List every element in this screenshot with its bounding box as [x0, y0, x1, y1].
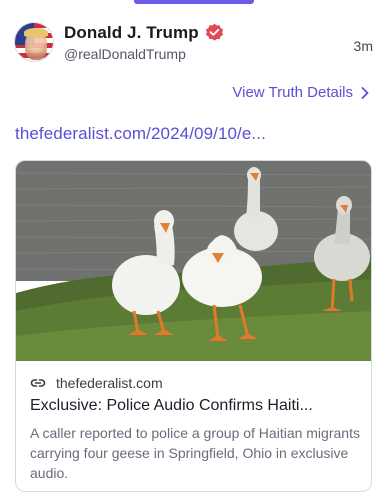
- preview-image[interactable]: [16, 161, 371, 361]
- link-preview-card[interactable]: thefederalist.com Exclusive: Police Audi…: [15, 160, 372, 492]
- active-tab-indicator: [134, 0, 254, 4]
- chevron-right-icon: [361, 86, 369, 99]
- card-body: thefederalist.com Exclusive: Police Audi…: [16, 361, 371, 491]
- card-title[interactable]: Exclusive: Police Audio Confirms Haiti..…: [30, 397, 359, 415]
- display-name[interactable]: Donald J. Trump: [64, 23, 199, 43]
- card-domain: thefederalist.com: [56, 375, 163, 391]
- link-icon: [30, 379, 46, 387]
- card-description: A caller reported to police a group of H…: [30, 425, 360, 481]
- view-truth-details-link[interactable]: View Truth Details: [232, 84, 369, 101]
- post-link[interactable]: thefederalist.com/2024/09/10/e...: [15, 124, 266, 144]
- author-info: Donald J. Trump @realDonaldTrump: [64, 23, 354, 62]
- post-header: Donald J. Trump @realDonaldTrump 3m: [14, 18, 373, 66]
- post-timestamp: 3m: [353, 38, 373, 54]
- user-handle[interactable]: @realDonaldTrump: [64, 46, 354, 62]
- verified-badge-icon: [205, 23, 223, 41]
- avatar[interactable]: [14, 22, 54, 62]
- card-domain-row: thefederalist.com: [30, 375, 359, 391]
- view-truth-details-label: View Truth Details: [232, 84, 353, 101]
